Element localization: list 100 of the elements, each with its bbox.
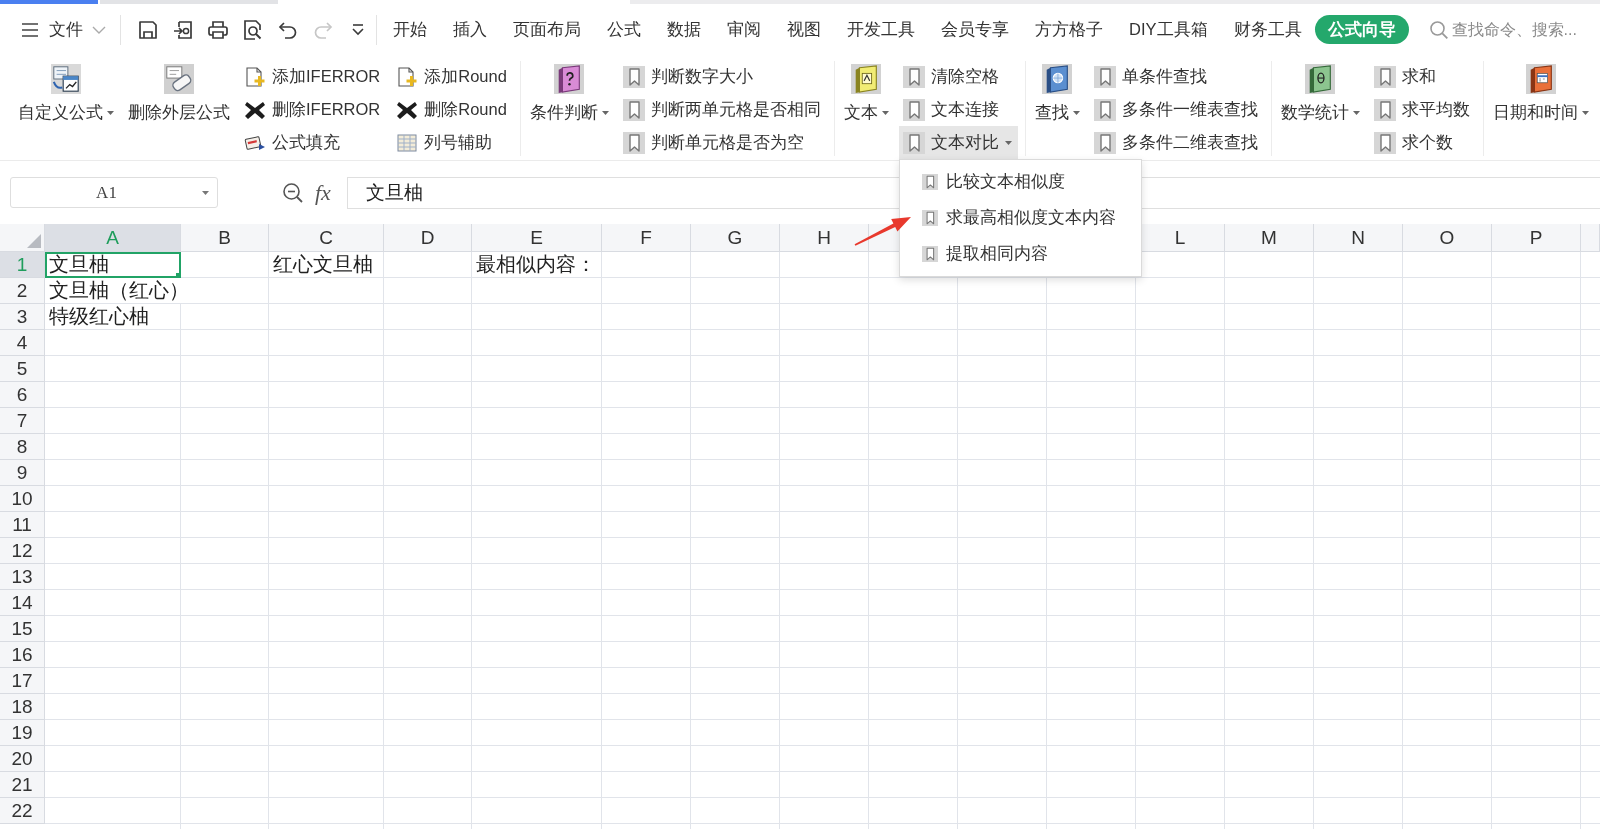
bookmark-icon [1373,131,1396,154]
ribbon-button[interactable]: 文本 [839,60,893,124]
bookmark-icon [622,65,645,88]
select-all-icon [27,234,41,248]
ribbon-button[interactable]: 求个数 [1369,126,1459,159]
ribbon-tab[interactable]: 开发工具 [834,15,928,44]
ribbon-tab[interactable]: 审阅 [714,15,774,44]
menu-item[interactable]: 比较文本相似度 [899,164,1141,200]
ribbon-button[interactable]: 多条件二维表查找 [1089,126,1264,159]
row-header[interactable]: 3 [0,304,45,330]
row-header[interactable]: 11 [0,512,45,538]
caret-icon [202,190,209,195]
row-header[interactable]: 15 [0,616,45,642]
book-icon [1305,64,1336,94]
ribbon-button[interactable]: 清除空格 [898,60,1005,93]
ribbon-tab[interactable]: 数据 [654,15,714,44]
caret-icon [107,111,114,115]
ribbon-button[interactable]: 求和 [1369,60,1442,93]
ribbon-button[interactable]: 多条件一维表查找 [1089,93,1264,126]
row-header[interactable]: 21 [0,772,45,798]
ribbon-button[interactable]: 查找 [1030,60,1084,124]
grid-icon [396,131,419,154]
spreadsheet-cell[interactable]: 文旦柚 [45,252,181,278]
ribbon-tab[interactable]: 页面布局 [500,15,594,44]
ribbon-button[interactable]: 判断数字大小 [618,60,759,93]
row-header[interactable]: 8 [0,434,45,460]
ribbon-tab[interactable]: 开始 [380,15,440,44]
row-header[interactable]: 5 [0,356,45,382]
ribbon-button[interactable]: 数学统计 [1276,60,1364,124]
ribbon-button[interactable]: 文本对比 [898,126,1018,159]
bookmark-icon [622,131,645,154]
ribbon-button[interactable]: 求平均数 [1369,93,1476,126]
ribbon-button[interactable]: 公式填充 [240,126,346,159]
caret-icon [1004,140,1012,145]
calendar-book-icon [1525,64,1556,94]
row-header[interactable]: 2 [0,278,45,304]
eraser-icon [164,64,194,94]
bookmark-icon [902,131,925,154]
column-header[interactable]: O [1403,224,1492,252]
print-icon [207,18,229,41]
export-icon [172,18,194,41]
zoom-out-icon[interactable] [282,181,304,204]
search-field[interactable]: 查找命令、搜索... [1451,20,1586,39]
column-header[interactable]: N [1314,224,1403,252]
column-header[interactable]: H [780,224,869,252]
page-plus-icon [396,65,419,88]
bookmark-icon [1373,98,1396,121]
bookmark-icon [1093,98,1116,121]
ribbon-button[interactable]: 条件判断 [525,60,613,124]
ribbon-tab[interactable]: 会员专享 [928,15,1022,44]
ribbon-tab[interactable]: DIY工具箱 [1116,15,1221,44]
ribbon-button[interactable]: 删除IFERROR [240,93,387,126]
bookmark-icon [1373,65,1396,88]
ribbon-button[interactable]: 列号辅助 [392,126,499,159]
ribbon-button[interactable]: 添加Round [392,60,513,93]
row-header[interactable]: 20 [0,746,45,772]
row-header[interactable]: 18 [0,694,45,720]
ribbon-button[interactable]: 单条件查找 [1089,60,1213,93]
row-header[interactable]: 16 [0,642,45,668]
ribbon-button[interactable]: 判断两单元格是否相同 [618,93,827,126]
row-header[interactable]: 12 [0,538,45,564]
ribbon-tab[interactable]: 插入 [440,15,500,44]
ribbon-button[interactable]: 添加IFERROR [240,60,387,93]
page-plus-icon [244,65,266,88]
column-header[interactable]: M [1225,224,1314,252]
file-menu[interactable]: 文件 [16,14,110,45]
ribbon-button[interactable]: 自定义公式 [14,60,118,124]
document-search-icon [242,18,264,41]
row-header[interactable]: 19 [0,720,45,746]
row-header[interactable]: 22 [0,798,45,824]
column-header[interactable]: C [269,224,384,252]
column-header[interactable]: B [181,224,269,252]
ribbon-button[interactable]: 删除外层公式 [124,60,234,124]
column-header[interactable]: D [384,224,472,252]
ribbon-button[interactable]: 文本连接 [898,93,1005,126]
row-header[interactable]: 6 [0,382,45,408]
row-header[interactable]: 10 [0,486,45,512]
ribbon-button[interactable]: 判断单元格是否为空 [618,126,810,159]
row-header[interactable]: 4 [0,330,45,356]
ribbon-tab[interactable]: 财务工具 [1220,15,1315,44]
insert-function-button[interactable]: fx [313,179,333,206]
ribbon-button[interactable]: 删除Round [392,93,513,126]
row-header[interactable]: 7 [0,408,45,434]
bookmark-icon [902,65,925,88]
row-header[interactable]: 14 [0,590,45,616]
column-header[interactable]: G [691,224,780,252]
column-header[interactable]: F [602,224,691,252]
ribbon-tab[interactable]: 公式 [594,15,654,44]
question-book-icon [554,64,585,94]
column-header[interactable]: E [472,224,602,252]
row-header[interactable]: 17 [0,668,45,694]
ribbon-button[interactable]: 日期和时间 [1488,60,1593,124]
row-header[interactable]: 13 [0,564,45,590]
ribbon-tab[interactable]: 视图 [774,15,834,44]
caret-icon [881,111,889,115]
annotation-arrow [854,216,912,246]
name-box[interactable]: A1 [10,177,218,208]
row-header[interactable]: 9 [0,460,45,486]
column-header[interactable]: P [1492,224,1581,252]
ribbon-tab[interactable]: 方方格子 [1022,15,1116,44]
